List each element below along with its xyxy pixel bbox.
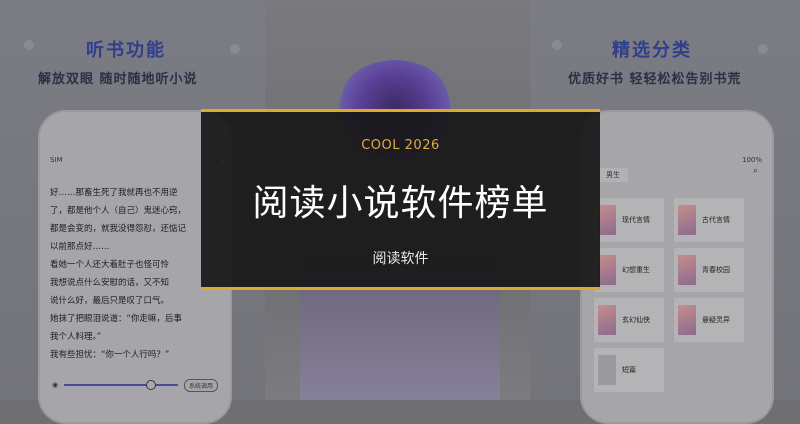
- battery-label: 100%: [741, 156, 762, 164]
- decor-dot: [230, 44, 240, 54]
- category-item[interactable]: 悬疑灵异: [674, 298, 744, 342]
- book-cover: [598, 305, 616, 335]
- book-cover: [598, 205, 616, 235]
- category-label: 玄幻仙侠: [622, 316, 650, 324]
- reader-text: 好……那畜生死了我就再也不用逆 了，都是他个人（自己）鬼迷心窍， 都是会变的，就…: [50, 184, 220, 364]
- search-icon[interactable]: ⌕: [753, 166, 758, 176]
- category-item[interactable]: 青春校园: [674, 248, 744, 292]
- book-cover: [678, 305, 696, 335]
- category-item[interactable]: 古代言情: [674, 198, 744, 242]
- system-call-button[interactable]: 系统调用: [183, 378, 218, 392]
- reader-line: 了，都是他个人（自己）鬼迷心窍，: [50, 206, 187, 216]
- category-label: 悬疑灵异: [702, 316, 730, 324]
- category-label: 现代言情: [622, 216, 650, 224]
- progress-slider[interactable]: [64, 380, 178, 390]
- decor-dot: [552, 40, 562, 50]
- category-item[interactable]: 幻想重生: [594, 248, 664, 292]
- reader-line: 都是会变的，就我没得怨怼，还惦记: [50, 224, 187, 234]
- promo-title: 听书功能: [86, 40, 166, 61]
- promo-subtitle: 解放双眼 随时随地听小说: [38, 72, 198, 87]
- location-icon[interactable]: ◉: [52, 381, 58, 389]
- reader-line: 看她一个人还大着肚子也怪可怜: [50, 260, 170, 270]
- reader-line: 说什么好，最后只是叹了口气。: [50, 296, 170, 306]
- title-overlay-card: COOL 2026 阅读小说软件榜单 阅读软件: [201, 109, 600, 290]
- reader-line: 以前那点好……: [50, 242, 110, 252]
- book-cover: [598, 255, 616, 285]
- page-subtitle: 阅读软件: [372, 251, 429, 267]
- reader-controls: ◉ 系统调用: [52, 378, 218, 392]
- status-bar: 100%: [592, 156, 762, 164]
- status-bar: SIM 🎧: [50, 156, 220, 164]
- category-label: 古代言情: [702, 216, 730, 224]
- book-cover: [598, 355, 616, 385]
- phone-mockup-categories: 100% 男生 ⌕ 现代言情 古代言情 幻想重生 青春校园 玄幻仙侠 悬疑灵异: [580, 110, 774, 424]
- reader-line: 好……那畜生死了我就再也不用逆: [50, 188, 178, 198]
- carrier-label: SIM: [50, 156, 63, 164]
- category-item[interactable]: 现代言情: [594, 198, 664, 242]
- reader-line: 我个人料理。”: [50, 332, 102, 342]
- reader-line: 她抹了把眼泪说道：“你走嘛，后事: [50, 314, 182, 324]
- page-title: 阅读小说软件榜单: [252, 183, 549, 224]
- category-item[interactable]: 短篇: [594, 348, 664, 392]
- decor-dot: [24, 40, 34, 50]
- category-label: 短篇: [622, 366, 636, 374]
- book-cover: [678, 205, 696, 235]
- book-cover: [678, 255, 696, 285]
- reader-line: 我想说点什么安慰的话，又不知: [50, 278, 170, 288]
- category-item[interactable]: 玄幻仙侠: [594, 298, 664, 342]
- reader-line: 我有些担忧：“你一个人行吗？”: [50, 350, 170, 360]
- kicker-label: COOL 2026: [361, 138, 440, 153]
- promo-title: 精选分类: [612, 40, 692, 61]
- tab-male[interactable]: 男生: [598, 168, 628, 182]
- decor-dot: [758, 44, 768, 54]
- promo-subtitle: 优质好书 轻轻松松告别书荒: [568, 72, 742, 87]
- category-label: 青春校园: [702, 266, 730, 274]
- slider-knob[interactable]: [146, 380, 157, 390]
- category-label: 幻想重生: [622, 266, 650, 274]
